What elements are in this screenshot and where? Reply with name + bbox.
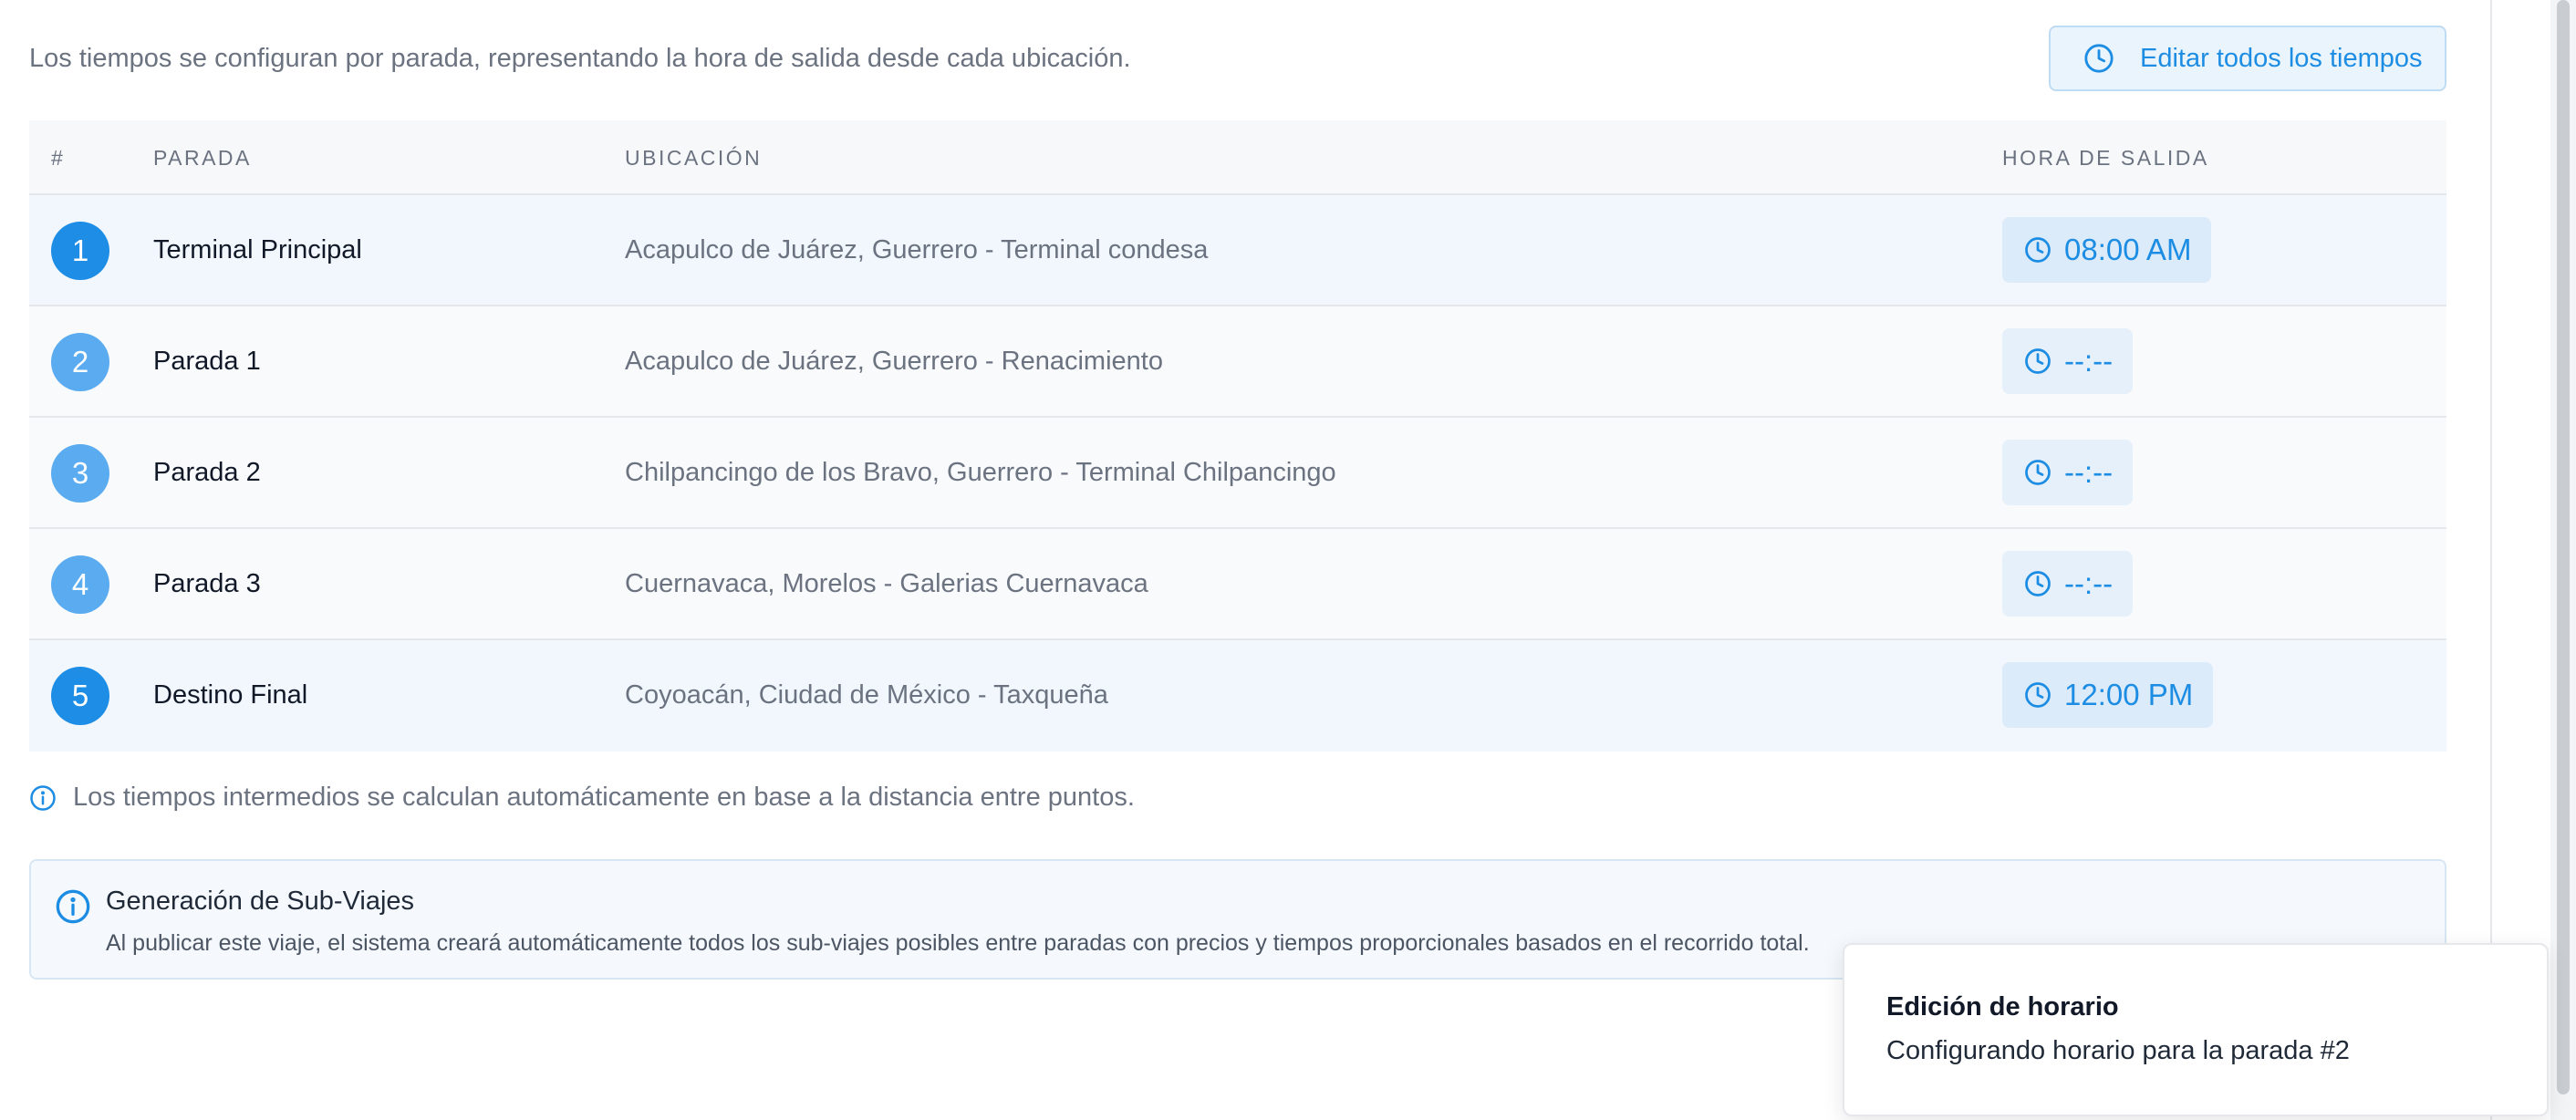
stop-location: Cuernavaca, Morelos - Galerias Cuernavac… bbox=[625, 569, 1148, 598]
table-row: 2 Parada 1 Acapulco de Juárez, Guerrero … bbox=[29, 306, 2446, 418]
info-icon bbox=[30, 784, 56, 811]
stop-location: Acapulco de Juárez, Guerrero - Renacimie… bbox=[625, 347, 1163, 376]
stop-number-badge: 3 bbox=[51, 444, 109, 503]
table-row: 3 Parada 2 Chilpancingo de los Bravo, Gu… bbox=[29, 418, 2446, 529]
header-departure: HORA DE SALIDA bbox=[2002, 146, 2209, 170]
departure-time-button[interactable]: --:-- bbox=[2002, 551, 2134, 617]
info-description: Al publicar este viaje, el sistema crear… bbox=[106, 930, 1810, 956]
stop-name: Terminal Principal bbox=[153, 235, 362, 264]
stop-number-badge: 1 bbox=[51, 222, 109, 280]
stop-name: Destino Final bbox=[153, 680, 308, 710]
departure-time-value: --:-- bbox=[2064, 566, 2114, 600]
scrollbar-thumb[interactable] bbox=[2557, 0, 2570, 1094]
clock-icon bbox=[2084, 44, 2114, 73]
info-title: Generación de Sub-Viajes bbox=[106, 887, 415, 916]
stop-number-badge: 2 bbox=[51, 333, 109, 391]
intermediate-times-note: Los tiempos intermedios se calculan auto… bbox=[29, 783, 1135, 813]
stop-name: Parada 3 bbox=[153, 569, 261, 598]
header-stop: PARADA bbox=[153, 146, 252, 170]
stop-location: Coyoacán, Ciudad de México - Taxqueña bbox=[625, 680, 1108, 710]
stop-location: Acapulco de Juárez, Guerrero - Terminal … bbox=[625, 235, 1209, 264]
departure-time-button[interactable]: 12:00 PM bbox=[2002, 662, 2214, 728]
stops-table: # PARADA UBICACIÓN HORA DE SALIDA 1 Term… bbox=[29, 120, 2446, 752]
clock-icon bbox=[2025, 571, 2051, 596]
edit-all-times-label: Editar todos los tiempos bbox=[2140, 43, 2423, 73]
departure-time-value: 12:00 PM bbox=[2064, 678, 2194, 711]
stop-number-badge: 5 bbox=[51, 667, 109, 725]
toast-title: Edición de horario bbox=[1886, 992, 2119, 1021]
departure-time-value: --:-- bbox=[2064, 455, 2114, 489]
header-num: # bbox=[51, 146, 66, 170]
stop-name: Parada 1 bbox=[153, 347, 261, 376]
header-location: UBICACIÓN bbox=[625, 146, 763, 170]
departure-time-value: --:-- bbox=[2064, 344, 2114, 378]
stop-location: Chilpancingo de los Bravo, Guerrero - Te… bbox=[625, 458, 1336, 487]
edit-all-times-button[interactable]: Editar todos los tiempos bbox=[2049, 26, 2446, 91]
intro-description: Los tiempos se configuran por parada, re… bbox=[29, 44, 1131, 73]
toast-message: Configurando horario para la parada #2 bbox=[1886, 1036, 2350, 1065]
departure-time-button[interactable]: --:-- bbox=[2002, 328, 2134, 394]
table-row: 4 Parada 3 Cuernavaca, Morelos - Galeria… bbox=[29, 529, 2446, 640]
clock-icon bbox=[2025, 348, 2051, 374]
table-row: 1 Terminal Principal Acapulco de Juárez,… bbox=[29, 195, 2446, 306]
clock-icon bbox=[2025, 237, 2051, 263]
stop-number-badge: 4 bbox=[51, 555, 109, 614]
departure-time-button[interactable]: 08:00 AM bbox=[2002, 217, 2212, 283]
clock-icon bbox=[2025, 682, 2051, 708]
table-row: 5 Destino Final Coyoacán, Ciudad de Méxi… bbox=[29, 640, 2446, 752]
table-header: # PARADA UBICACIÓN HORA DE SALIDA bbox=[29, 120, 2446, 195]
departure-time-button[interactable]: --:-- bbox=[2002, 440, 2134, 505]
toast-notification: Edición de horario Configurando horario … bbox=[1843, 943, 2549, 1116]
note-text: Los tiempos intermedios se calculan auto… bbox=[73, 783, 1135, 812]
info-icon bbox=[56, 889, 90, 924]
clock-icon bbox=[2025, 460, 2051, 485]
departure-time-value: 08:00 AM bbox=[2064, 233, 2192, 266]
stop-name: Parada 2 bbox=[153, 458, 261, 487]
intro-row: Los tiempos se configuran por parada, re… bbox=[29, 26, 2446, 91]
